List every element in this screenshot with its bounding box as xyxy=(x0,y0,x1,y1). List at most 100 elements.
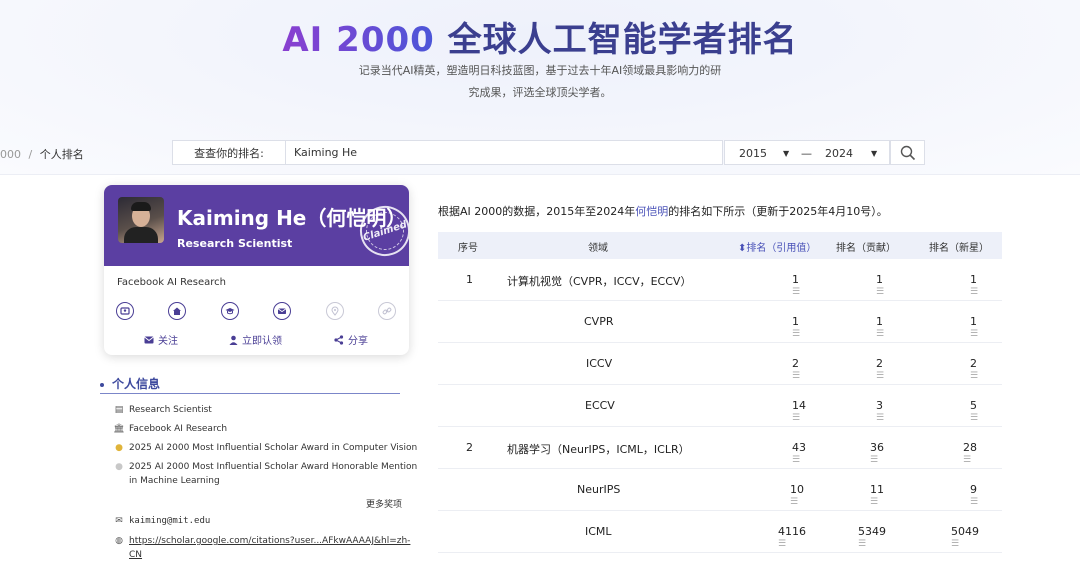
row-index: 1 xyxy=(466,273,473,286)
link-icon[interactable] xyxy=(377,302,396,320)
info-position: ▤ Research Scientist xyxy=(113,403,212,418)
share-icon xyxy=(334,334,344,345)
year-range-select[interactable]: 2015 ▼ — 2024 ▼ xyxy=(724,140,890,165)
col-rank-rising[interactable]: 排名（新星） xyxy=(929,239,989,254)
info-award: ● 2025 AI 2000 Most Influential Scholar A… xyxy=(113,441,417,456)
year-range-dash: — xyxy=(801,147,812,160)
institution-icon: 🏛 xyxy=(113,424,125,434)
profile-role: Research Scientist xyxy=(177,237,293,250)
rank-contrib: ☰ 11 xyxy=(870,483,884,507)
more-awards-link[interactable]: 更多奖项 xyxy=(366,497,402,510)
personal-info-heading: 个人信息 xyxy=(100,375,160,392)
hero-desc-line1: 记录当代AI精英，塑造明日科技蓝图，基于过去十年AI领域最具影响力的研 xyxy=(358,64,722,77)
globe-icon: ◍ xyxy=(115,536,123,546)
share-button[interactable]: 分享 xyxy=(334,332,368,347)
rank-rising: ☰ 5 xyxy=(970,399,979,423)
rank-cite: ☰ 2 xyxy=(792,357,801,381)
rank-cite: ☰ 1 xyxy=(792,315,801,339)
rank-contrib: ☰ 3 xyxy=(876,399,885,423)
search-icon xyxy=(900,145,915,160)
page-title: AI 2000 全球人工智能学者排名 xyxy=(0,12,1080,61)
follow-label: 关注 xyxy=(158,336,178,347)
table-description: 根据AI 2000的数据，2015年至2024年何恺明的排名如下所示（更新于20… xyxy=(438,203,888,219)
rank-contrib: ☰ 5349 xyxy=(858,525,886,549)
rank-rising: ☰ 9 xyxy=(970,483,979,507)
rank-cite: ☰ 43 xyxy=(792,441,806,465)
year-from[interactable]: 2015 xyxy=(739,147,767,160)
desc-name[interactable]: 何恺明 xyxy=(635,205,668,218)
divider xyxy=(100,393,400,394)
rank-contrib: ☰ 2 xyxy=(876,357,885,381)
table-row: 1 计算机视觉（CVPR，ICCV，ECCV） ☰ 1 ☰ 1 ☰ 1 xyxy=(438,259,1002,301)
row-field: 计算机视觉（CVPR，ICCV，ECCV） xyxy=(507,275,692,288)
scholar-link-cont[interactable]: CN xyxy=(129,548,142,563)
breadcrumb-current: 个人排名 xyxy=(39,148,84,161)
share-label: 分享 xyxy=(348,336,368,347)
table-row: NeurIPS ☰ 10 ☰ 11 ☰ 9 xyxy=(438,469,1002,511)
rank-contrib: ☰ 1 xyxy=(876,315,885,339)
location-icon[interactable] xyxy=(325,302,344,320)
chevron-down-icon[interactable]: ▼ xyxy=(871,149,877,158)
search-button[interactable] xyxy=(890,140,925,165)
hero-desc-line2: 究成果，评选全球顶尖学者。 xyxy=(468,86,612,99)
title-accent: AI 2000 xyxy=(282,20,435,60)
bullet-icon xyxy=(100,382,104,387)
row-field: 机器学习（NeurIPS，ICML，ICLR） xyxy=(507,443,690,456)
email-text[interactable]: kaiming@mit.edu xyxy=(129,516,210,526)
profile-org: Facebook AI Research xyxy=(117,277,227,288)
col-rank-contrib[interactable]: 排名（贡献） xyxy=(836,239,896,254)
user-icon xyxy=(229,335,238,345)
scholar-link[interactable]: https://scholar.google.com/citations?use… xyxy=(129,536,410,546)
claim-label: 立即认领 xyxy=(242,336,282,347)
rank-rising: ☰ 1 xyxy=(970,273,979,297)
rank-cite-label: 排名（引用值） xyxy=(746,243,817,254)
rank-cite: ☰ 14 xyxy=(792,399,806,423)
table-row: ICML ☰ 4116 ☰ 5349 ☰ 5049 xyxy=(438,511,1002,553)
info-scholar-link: ◍ https://scholar.google.com/citations?us… xyxy=(113,534,410,549)
col-field: 领域 xyxy=(588,243,608,254)
year-to[interactable]: 2024 xyxy=(825,147,853,160)
award-text-1: 2025 AI 2000 Most Influential Scholar Aw… xyxy=(129,443,418,453)
table-row: CVPR ☰ 1 ☰ 1 ☰ 1 xyxy=(438,301,1002,343)
table-row: ICCV ☰ 2 ☰ 2 ☰ 2 xyxy=(438,343,1002,385)
row-field: CVPR xyxy=(584,315,614,328)
email-icon[interactable] xyxy=(273,302,292,320)
desc-suffix: 的排名如下所示（更新于2025年4月10号）。 xyxy=(668,205,888,218)
scholar-search-input[interactable] xyxy=(286,140,723,165)
briefcase-icon: ▤ xyxy=(114,405,124,415)
mail-icon xyxy=(144,336,154,343)
search-label: 查查你的排名: xyxy=(172,140,286,165)
table-header: 序号 领域 ⬍排名（引用值） 排名（贡献） 排名（新星） xyxy=(438,232,1002,259)
profile-icon-row xyxy=(116,302,396,320)
row-field: NeurIPS xyxy=(577,483,621,496)
row-index: 2 xyxy=(466,441,473,454)
info-email: ✉ kaiming@mit.edu xyxy=(113,514,210,529)
breadcrumb: 000 / 个人排名 xyxy=(0,146,84,162)
col-rank-cite[interactable]: ⬍排名（引用值） xyxy=(738,239,816,254)
rank-cite: ☰ 1 xyxy=(792,273,801,297)
id-icon[interactable] xyxy=(116,302,134,320)
education-icon[interactable] xyxy=(220,302,239,320)
award-text-2-cont: in Machine Learning xyxy=(129,476,220,486)
chevron-down-icon[interactable]: ▼ xyxy=(783,149,789,158)
title-rest: 全球人工智能学者排名 xyxy=(434,20,798,60)
breadcrumb-separator: / xyxy=(28,148,33,161)
info-institution: 🏛 Facebook AI Research xyxy=(113,422,227,437)
medal-icon: ● xyxy=(115,443,123,453)
row-field: ICML xyxy=(585,525,612,538)
award-text-2: 2025 AI 2000 Most Influential Scholar Aw… xyxy=(129,462,418,472)
row-field: ECCV xyxy=(585,399,615,412)
hero-description: 记录当代AI精英，塑造明日科技蓝图，基于过去十年AI领域最具影响力的研 究成果，… xyxy=(340,60,740,104)
info-award: ● 2025 AI 2000 Most Influential Scholar A… xyxy=(113,460,417,475)
follow-button[interactable]: 关注 xyxy=(144,332,178,347)
breadcrumb-prev[interactable]: 000 xyxy=(0,148,21,161)
rank-cite: ☰ 4116 xyxy=(778,525,806,549)
claim-button[interactable]: 立即认领 xyxy=(229,332,282,347)
avatar xyxy=(118,197,164,243)
rank-rising: ☰ 2 xyxy=(970,357,979,381)
rank-rising: ☰ 5049 xyxy=(951,525,979,549)
email-icon: ✉ xyxy=(115,516,123,526)
home-icon[interactable] xyxy=(168,302,187,320)
row-field: ICCV xyxy=(586,357,613,370)
position-text: Research Scientist xyxy=(129,405,212,415)
